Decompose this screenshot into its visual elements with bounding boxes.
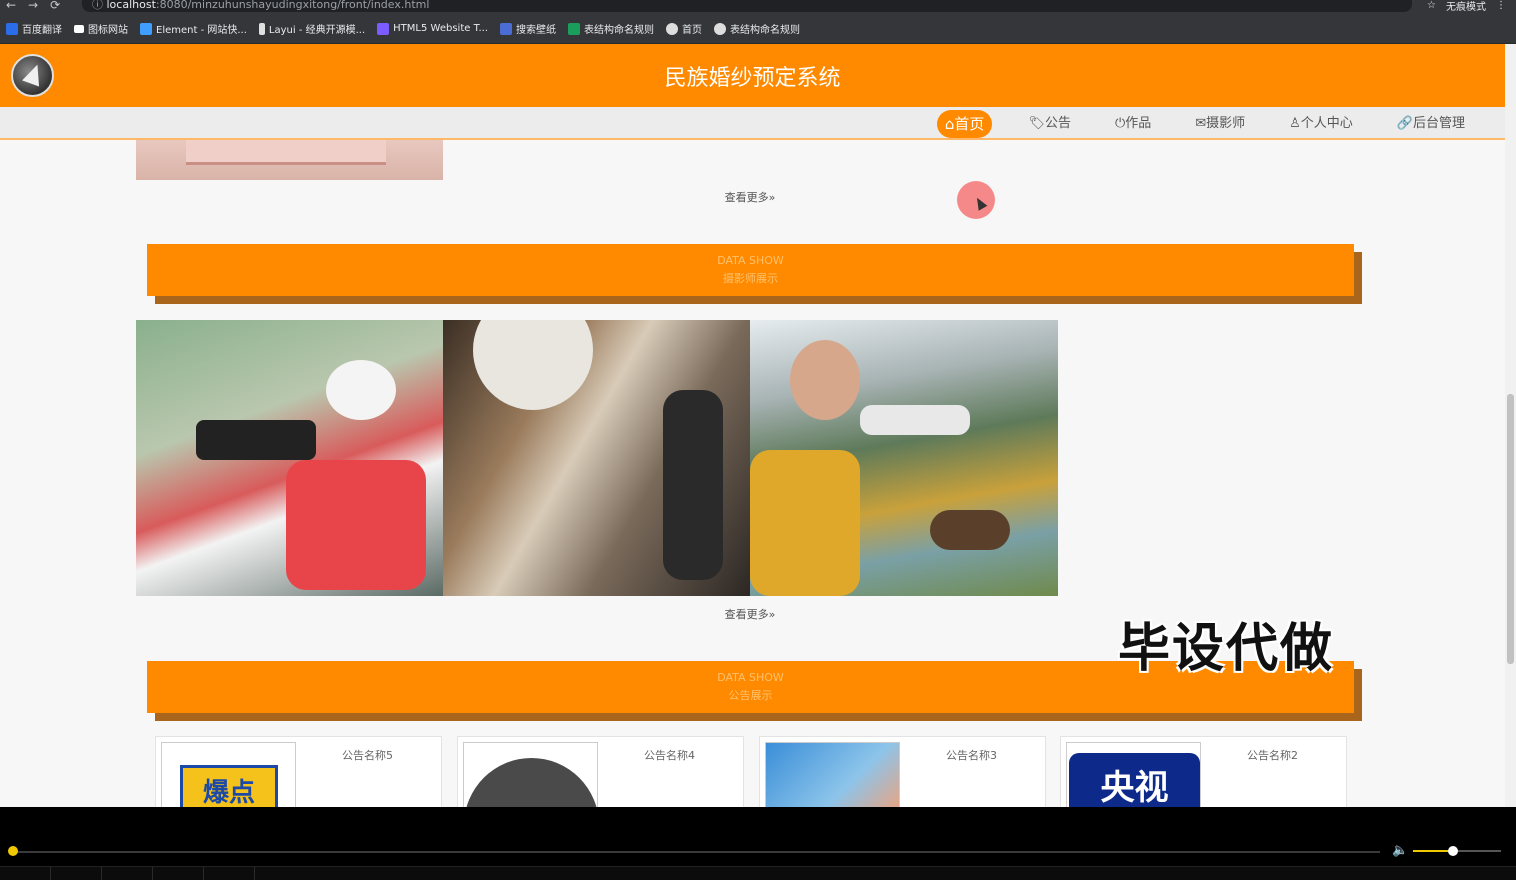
browser-right-controls: ☆ 无痕模式 ⋮ <box>1427 0 1506 13</box>
bookmark-label: 图标网站 <box>88 25 128 36</box>
photographer-photo[interactable] <box>136 320 443 596</box>
flag-icon <box>74 24 84 33</box>
view-more-link[interactable]: 查看更多» <box>650 606 850 622</box>
bookmark-item[interactable]: 首页 <box>666 21 702 36</box>
layui-icon <box>258 22 265 35</box>
element-icon <box>140 22 152 35</box>
bookmark-label: 搜索壁纸 <box>516 25 557 36</box>
menu-icon[interactable]: ⋮ <box>1496 0 1506 11</box>
globe-icon <box>464 758 597 807</box>
notice-card[interactable]: 爆点 公告名称5 <box>155 736 442 807</box>
wallpaper-icon <box>500 22 513 35</box>
volume-handle[interactable] <box>1448 846 1458 856</box>
watermark-text: 毕设代做 <box>1118 619 1335 679</box>
notice-image: 央视 <box>1066 742 1201 807</box>
nav-works[interactable]: ⏻作品 <box>1107 110 1159 138</box>
photographer-photo[interactable] <box>443 320 750 596</box>
browser-nav-buttons[interactable]: ←→⟳ <box>6 0 72 12</box>
globe-icon <box>666 22 679 35</box>
scrollbar-thumb[interactable] <box>1507 394 1514 664</box>
progress-handle[interactable] <box>8 846 18 856</box>
incognito-label[interactable]: 无痕模式 <box>1446 0 1486 13</box>
site-title: 民族婚纱预定系统 <box>664 66 841 91</box>
progress-track[interactable] <box>14 851 1380 853</box>
bookmark-item[interactable]: Element - 网站快... <box>140 21 247 36</box>
bookmark-item[interactable]: Layui - 经典开源模... <box>258 21 366 36</box>
notice-title: 公告名称4 <box>644 749 695 762</box>
url-path: :8080/minzuhunshayudingxitong/front/inde… <box>155 0 430 11</box>
volume-icon[interactable]: 🔈 <box>1392 843 1408 858</box>
notice-card[interactable]: 央视 公告名称2 <box>1060 736 1347 807</box>
bookmark-label: 首页 <box>682 25 703 36</box>
web-page: 民族婚纱预定系统 ⌂首页 🏷公告 ⏻作品 ✉摄影师 ♙个人中心 🔗后台管理 查看… <box>0 44 1505 807</box>
bookmarks-bar: 百度翻译 图标网站 Element - 网站快... Layui - 经典开源模… <box>0 14 1516 44</box>
page-scrollbar[interactable] <box>1505 44 1516 807</box>
notice-title: 公告名称5 <box>342 749 393 762</box>
notice-image <box>765 742 900 807</box>
notice-card[interactable]: 公告名称3 <box>759 736 1046 807</box>
nav-photographers[interactable]: ✉摄影师 <box>1187 110 1253 138</box>
nav-notices[interactable]: 🏷公告 <box>1020 110 1079 138</box>
mouse-cursor-highlight <box>957 181 995 219</box>
notice-image <box>463 742 598 807</box>
main-navbar: ⌂首页 🏷公告 ⏻作品 ✉摄影师 ♙个人中心 🔗后台管理 <box>0 107 1505 140</box>
bookmark-label: 表结构命名规则 <box>730 25 801 36</box>
notice-title: 公告名称2 <box>1247 749 1298 762</box>
site-header: 民族婚纱预定系统 <box>0 44 1505 107</box>
url-host: localhost <box>106 0 156 11</box>
html5-icon <box>377 22 390 35</box>
star-icon[interactable]: ☆ <box>1427 0 1436 11</box>
address-bar[interactable]: ⓘ localhost:8080/minzuhunshayudingxitong… <box>82 0 1412 12</box>
bookmark-item[interactable]: 搜索壁纸 <box>500 21 556 36</box>
bookmark-label: HTML5 Website T... <box>393 23 489 34</box>
bookmark-label: Element - 网站快... <box>156 25 247 36</box>
volume-fill <box>1413 850 1453 852</box>
bookmark-label: 百度翻译 <box>22 25 62 36</box>
photographers-banner: DATA SHOW 摄影师展示 <box>147 244 1354 296</box>
nav-home[interactable]: ⌂首页 <box>936 110 993 138</box>
notice-title: 公告名称3 <box>946 749 997 762</box>
notice-image-text: 央视 <box>1069 753 1200 807</box>
photographer-photo[interactable] <box>750 320 1058 596</box>
banner-zh: 公告展示 <box>728 689 773 702</box>
bookmark-icon <box>6 22 18 35</box>
view-more-link[interactable]: 查看更多» <box>650 189 850 205</box>
bookmark-item[interactable]: HTML5 Website T... <box>377 22 489 35</box>
work-thumbnail[interactable] <box>136 140 443 180</box>
table-icon <box>568 22 581 35</box>
bookmark-item[interactable]: 百度翻译 <box>6 21 62 36</box>
notice-image-text: 爆点 <box>180 765 278 807</box>
globe-icon <box>714 22 727 35</box>
notice-image: 爆点 <box>161 742 296 807</box>
bookmark-label: 表结构命名规则 <box>584 25 655 36</box>
nav-admin[interactable]: 🔗后台管理 <box>1389 110 1473 138</box>
banner-en: DATA SHOW <box>717 254 784 267</box>
player-bottom-strip <box>0 866 1516 880</box>
bookmark-item[interactable]: 图标网站 <box>74 21 128 36</box>
info-icon: ⓘ <box>92 0 107 11</box>
bookmark-item[interactable]: 表结构命名规则 <box>714 21 800 36</box>
bookmark-label: Layui - 经典开源模... <box>268 25 366 36</box>
bookmark-item[interactable]: 表结构命名规则 <box>568 21 654 36</box>
browser-toolbar: ←→⟳ ⓘ localhost:8080/minzuhunshayudingxi… <box>0 0 1516 14</box>
notice-card[interactable]: 公告名称4 <box>457 736 744 807</box>
banner-zh: 摄影师展示 <box>723 272 778 285</box>
nav-user-center[interactable]: ♙个人中心 <box>1281 110 1361 138</box>
